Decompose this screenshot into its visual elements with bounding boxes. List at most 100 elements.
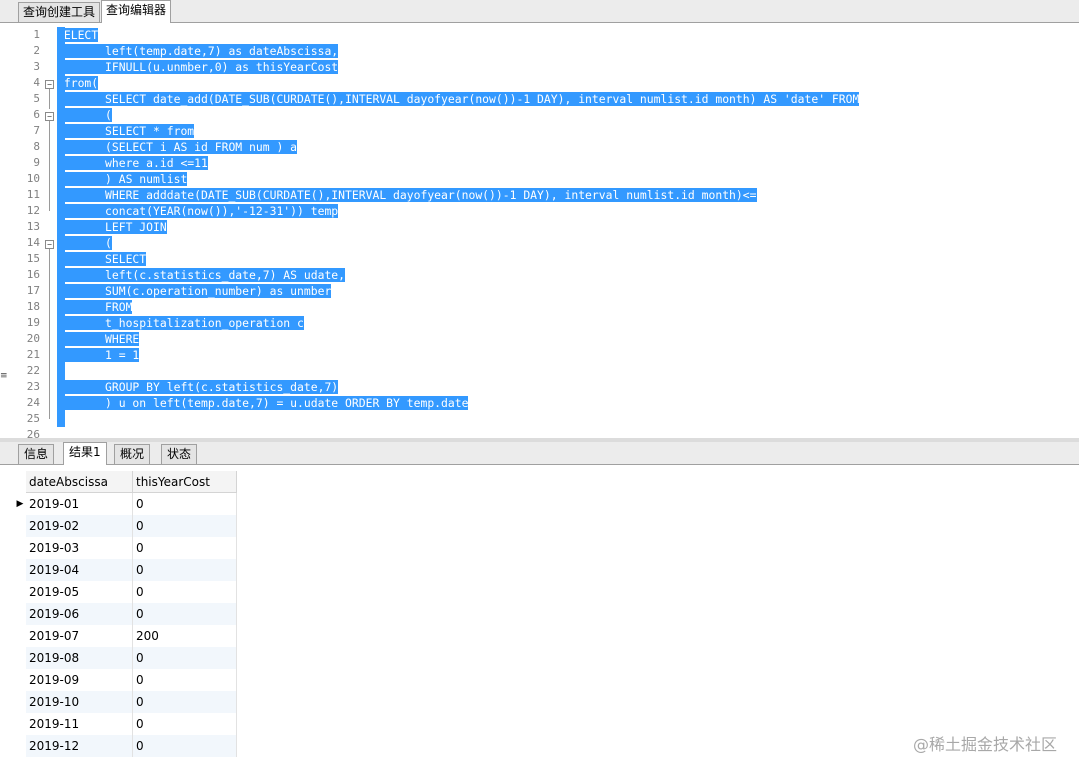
code-text: FROM (57, 300, 133, 314)
splitter-grip-icon[interactable]: ≡ (0, 372, 8, 381)
line-number: 10 (26, 172, 40, 185)
code-line[interactable]: ) u on left(temp.date,7) = u.udate ORDER… (57, 395, 469, 411)
cell-thisYearCost[interactable]: 0 (133, 713, 237, 735)
code-text: ( (57, 108, 112, 122)
table-row[interactable]: 2019-03 0 (14, 537, 237, 559)
watermark: @稀土掘金技术社区 (912, 735, 1057, 754)
code-line[interactable]: SELECT (57, 251, 147, 267)
current-row-indicator-icon: ▶ (16, 499, 24, 509)
line-number: 14 (26, 236, 40, 249)
code-text: LEFT JOIN (57, 220, 167, 234)
code-line[interactable]: LEFT JOIN (57, 219, 167, 235)
code-line[interactable]: left(c.statistics_date,7) AS udate, (57, 267, 346, 283)
line-number: 8 (33, 140, 40, 153)
cell-thisYearCost[interactable]: 0 (133, 669, 237, 691)
table-row[interactable]: 2019-05 0 (14, 581, 237, 603)
cell-dateAbscissa[interactable]: 2019-03 (26, 537, 133, 559)
cell-thisYearCost[interactable]: 0 (133, 735, 237, 757)
cell-dateAbscissa[interactable]: 2019-11 (26, 713, 133, 735)
cell-dateAbscissa[interactable]: 2019-05 (26, 581, 133, 603)
code-line[interactable]: SELECT date_add(DATE_SUB(CURDATE(),INTER… (57, 91, 860, 107)
tab-profile[interactable]: 概况 (114, 444, 151, 464)
cell-dateAbscissa[interactable]: 2019-12 (26, 735, 133, 757)
result-tab-bar: 信息 结果1 概况 状态 (0, 442, 1079, 465)
code-text: where a.id <=11 (57, 156, 208, 170)
table-row[interactable]: 2019-04 0 (14, 559, 237, 581)
line-number: 6 (33, 108, 40, 121)
line-number: 17 (26, 284, 40, 297)
cell-dateAbscissa[interactable]: 2019-07 (26, 625, 133, 647)
line-number: 26 (26, 428, 40, 438)
cell-dateAbscissa[interactable]: 2019-01 (26, 493, 133, 515)
code-text: GROUP BY left(c.statistics_date,7) (57, 380, 339, 394)
line-number: 3 (33, 60, 40, 73)
tab-query-builder[interactable]: 查询创建工具 (18, 2, 101, 22)
code-line[interactable]: WHERE adddate(DATE_SUB(CURDATE(),INTERVA… (57, 187, 757, 203)
fold-toggle-icon[interactable]: − (45, 112, 54, 121)
code-line[interactable]: GROUP BY left(c.statistics_date,7) (57, 379, 339, 395)
code-line[interactable]: IFNULL(u.unmber,0) as thisYearCost (57, 59, 339, 75)
cell-dateAbscissa[interactable]: 2019-09 (26, 669, 133, 691)
line-number: 25 (26, 412, 40, 425)
code-text: WHERE (57, 332, 140, 346)
cell-dateAbscissa[interactable]: 2019-02 (26, 515, 133, 537)
table-row[interactable]: 2019-06 0 (14, 603, 237, 625)
table-row[interactable]: 2019-07 200 (14, 625, 237, 647)
code-line[interactable]: FROM (57, 299, 133, 315)
fold-guide (49, 121, 50, 211)
tab-result1[interactable]: 结果1 (63, 442, 107, 465)
code-line[interactable]: 1 = 1 (57, 347, 140, 363)
tab-query-editor[interactable]: 查询编辑器 (101, 0, 172, 23)
cell-thisYearCost[interactable]: 0 (133, 493, 237, 515)
fold-toggle-icon[interactable]: − (45, 240, 54, 249)
cell-thisYearCost[interactable]: 0 (133, 537, 237, 559)
line-number: 7 (33, 124, 40, 137)
code-line[interactable]: t_hospitalization_operation c (57, 315, 304, 331)
tab-status[interactable]: 状态 (161, 444, 198, 464)
code-line[interactable]: concat(YEAR(now()),'-12-31')) temp (57, 203, 339, 219)
cell-dateAbscissa[interactable]: 2019-04 (26, 559, 133, 581)
code-line[interactable]: left(temp.date,7) as dateAbscissa, (57, 43, 339, 59)
code-text: ( (57, 236, 112, 250)
tab-info[interactable]: 信息 (18, 444, 55, 464)
table-row[interactable]: 2019-12 0 (14, 735, 237, 757)
cell-thisYearCost[interactable]: 0 (133, 581, 237, 603)
code-text: t_hospitalization_operation c (57, 316, 304, 330)
table-row[interactable]: 2019-11 0 (14, 713, 237, 735)
code-text: SELECT date_add(DATE_SUB(CURDATE(),INTER… (57, 92, 860, 106)
cell-thisYearCost[interactable]: 0 (133, 515, 237, 537)
table-row[interactable]: 2019-02 0 (14, 515, 237, 537)
code-line[interactable]: where a.id <=11 (57, 155, 208, 171)
code-line[interactable]: ( (57, 235, 112, 251)
cell-thisYearCost[interactable]: 0 (133, 647, 237, 669)
cell-thisYearCost[interactable]: 0 (133, 559, 237, 581)
cell-dateAbscissa[interactable]: 2019-10 (26, 691, 133, 713)
cell-dateAbscissa[interactable]: 2019-08 (26, 647, 133, 669)
sql-editor[interactable]: 1 2 3 4 5 6 7 8 9 10 11 12 13 14 15 16 17 18 19 20 21 22 23 24 2… (0, 23, 1079, 438)
cell-thisYearCost[interactable]: 0 (133, 691, 237, 713)
code-line[interactable]: SUM(c.operation_number) as unmber (57, 283, 332, 299)
code-line[interactable]: SELECT * from (57, 123, 195, 139)
table-row[interactable]: ▶ 2019-01 0 (14, 493, 237, 515)
line-number: 16 (26, 268, 40, 281)
code-line[interactable]: (SELECT i AS id FROM num ) a (57, 139, 298, 155)
table-row[interactable]: 2019-08 0 (14, 647, 237, 669)
cell-dateAbscissa[interactable]: 2019-06 (26, 603, 133, 625)
code-text: ) u on left(temp.date,7) = u.udate ORDER… (57, 396, 469, 410)
code-text: ) AS numlist (57, 172, 188, 186)
code-line[interactable]: WHERE (57, 331, 140, 347)
table-row[interactable]: 2019-09 0 (14, 669, 237, 691)
fold-toggle-icon[interactable]: − (45, 80, 54, 89)
line-number: 4 (33, 76, 40, 89)
cell-thisYearCost[interactable]: 0 (133, 603, 237, 625)
line-number: 2 (33, 44, 40, 57)
column-header-dateAbscissa[interactable]: dateAbscissa (26, 471, 133, 493)
line-number: 18 (26, 300, 40, 313)
cell-thisYearCost[interactable]: 200 (133, 625, 237, 647)
line-number: 21 (26, 348, 40, 361)
code-line[interactable]: ( (57, 107, 112, 123)
code-text: WHERE adddate(DATE_SUB(CURDATE(),INTERVA… (57, 188, 757, 202)
column-header-thisYearCost[interactable]: thisYearCost (133, 471, 237, 493)
table-row[interactable]: 2019-10 0 (14, 691, 237, 713)
code-line[interactable]: ) AS numlist (57, 171, 188, 187)
